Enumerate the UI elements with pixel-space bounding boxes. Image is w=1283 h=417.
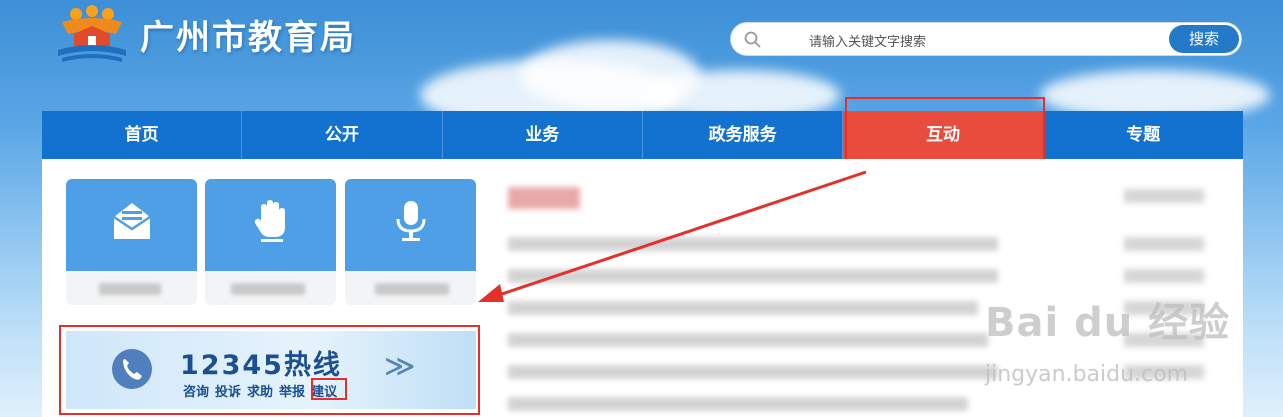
tile-caption — [345, 271, 476, 305]
envelope-icon — [113, 203, 151, 239]
site-title: 广州市教育局 — [140, 18, 356, 58]
microphone-icon — [396, 201, 426, 241]
nav-item-business[interactable]: 业务 — [443, 111, 643, 159]
tile-caption — [205, 271, 336, 305]
hotline-banner[interactable]: 12345热线 咨询 投诉 求助 举报 建议 ≫ — [66, 331, 476, 409]
nav-item-gov-services[interactable]: 政务服务 — [643, 111, 844, 159]
hotline-action-suggest[interactable]: 建议 — [311, 381, 337, 400]
search-icon[interactable] — [743, 30, 763, 50]
nav-item-home[interactable]: 首页 — [42, 111, 243, 159]
hotline-actions: 咨询 投诉 求助 举报 建议 — [183, 381, 337, 400]
double-chevron-right-icon[interactable]: ≫ — [384, 349, 415, 384]
hotline-action-help: 求助 — [247, 385, 274, 400]
education-bureau-logo-icon — [58, 5, 126, 62]
list-item[interactable] — [508, 301, 978, 315]
list-item[interactable] — [508, 269, 998, 283]
list-item[interactable] — [508, 397, 968, 411]
main-nav: 首页 公开 业务 政务服务 互动 专题 — [42, 111, 1243, 159]
hotline-action-complain: 投诉 — [215, 385, 242, 400]
site-header: 广州市教育局 请输入关键文字搜索 搜索 — [0, 0, 1283, 110]
tile-caption — [66, 271, 197, 305]
tile-mailbox[interactable] — [66, 179, 197, 271]
list-item[interactable] — [508, 237, 998, 251]
list-item[interactable] — [508, 365, 998, 379]
hand-icon — [254, 200, 285, 242]
hotline-action-report: 举报 — [279, 385, 306, 400]
hotline-action-consult: 咨询 — [183, 385, 210, 400]
search-input[interactable]: 请输入关键文字搜索 — [809, 31, 926, 50]
search-box[interactable]: 请输入关键文字搜索 搜索 — [730, 22, 1242, 56]
phone-icon — [112, 349, 152, 389]
nav-item-topics[interactable]: 专题 — [1044, 111, 1243, 159]
hotline-title: 12345热线 — [180, 350, 342, 381]
nav-item-public[interactable]: 公开 — [242, 111, 443, 159]
tile-microphone[interactable] — [345, 179, 476, 271]
list-item-date — [1124, 269, 1204, 283]
news-more-link[interactable] — [1124, 189, 1204, 203]
tile-hand[interactable] — [205, 179, 336, 271]
baidu-watermark: Bai du 经验 — [985, 300, 1231, 346]
baidu-watermark-url: jingyan.baidu.com — [985, 362, 1189, 387]
list-item-date — [1124, 237, 1204, 251]
search-button[interactable]: 搜索 — [1169, 25, 1239, 53]
news-section-title — [508, 187, 580, 209]
list-item[interactable] — [508, 333, 988, 347]
nav-item-interaction[interactable]: 互动 — [843, 111, 1044, 159]
